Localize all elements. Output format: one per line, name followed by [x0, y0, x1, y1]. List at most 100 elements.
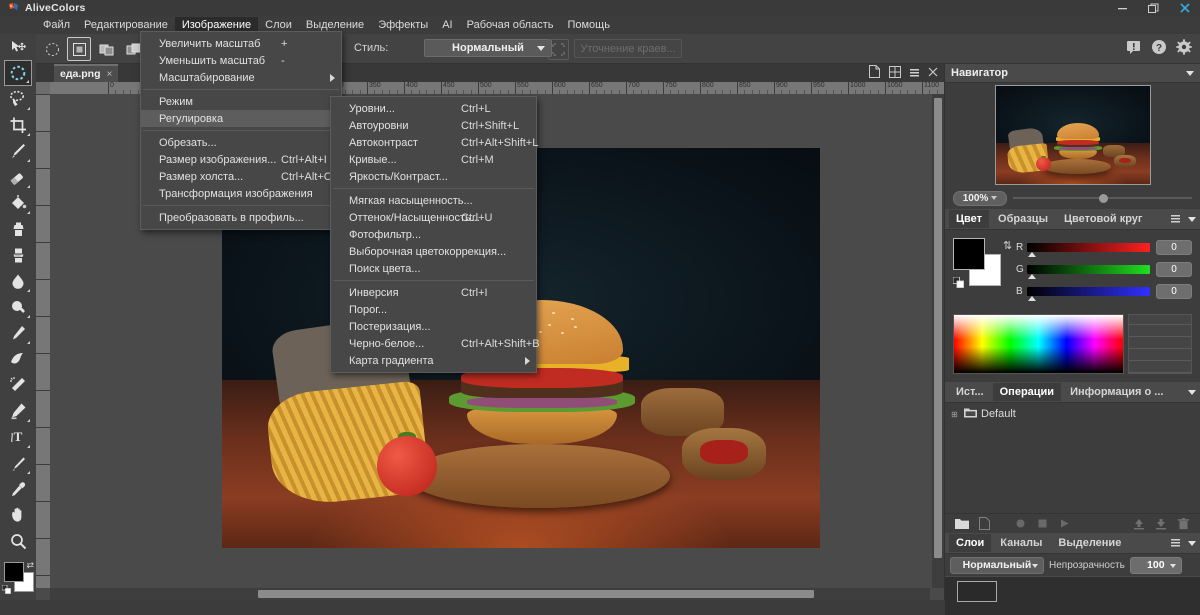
eyedropper-tool[interactable] — [4, 476, 32, 502]
style-select[interactable]: Нормальный — [424, 39, 552, 57]
channel-slider-g[interactable] — [1027, 264, 1150, 279]
chevron-down-icon[interactable] — [1188, 389, 1196, 395]
new-file-icon[interactable] — [975, 516, 993, 532]
image-menu-item-4[interactable]: Регулировка — [141, 110, 341, 127]
refine-edges-button[interactable]: Уточнение краев... — [574, 39, 682, 58]
paint-bucket-tool[interactable] — [4, 190, 32, 216]
adjust-menu-item-13[interactable]: Черно-белое... Ctrl+Alt+Shift+B — [331, 335, 540, 352]
adjust-menu-item-7[interactable]: Фотофильтр... — [331, 226, 536, 243]
canvas-vscrollbar[interactable] — [932, 94, 944, 588]
adjust-menu-item-5[interactable]: Мягкая насыщенность... — [331, 192, 536, 209]
tab-operations[interactable]: Операции — [992, 383, 1062, 401]
swap-colors-icon[interactable]: ⇄ — [26, 560, 34, 571]
opacity-select[interactable]: 100 — [1129, 556, 1182, 574]
chevron-down-icon[interactable] — [1188, 216, 1196, 222]
adjustment-submenu-dropdown[interactable]: Уровни... Ctrl+L Автоуровни Ctrl+Shift+L Авт… — [330, 96, 540, 373]
adjust-menu-item-2[interactable]: Автоконтраст Ctrl+Alt+Shift+L — [331, 134, 538, 151]
navigator-panel-header[interactable]: Навигатор — [945, 64, 1200, 83]
image-menu-item-1[interactable]: Уменьшить масштаб - — [141, 52, 341, 69]
channel-value-b[interactable]: 0 — [1156, 283, 1192, 299]
chevron-down-icon[interactable] — [1186, 70, 1194, 76]
image-menu-item-6[interactable]: Размер изображения... Ctrl+Alt+I — [141, 151, 341, 168]
gear-icon[interactable] — [1176, 39, 1192, 58]
image-menu-item-9[interactable]: Преобразовать в профиль... — [141, 209, 341, 226]
crop-tool[interactable] — [4, 112, 32, 138]
image-menu-item-5[interactable]: Обрезать... — [141, 134, 341, 151]
help-icon[interactable]: ? — [1151, 39, 1167, 58]
blur-tool[interactable] — [4, 268, 32, 294]
close-button[interactable] — [1169, 0, 1200, 16]
dodge-tool[interactable] — [4, 294, 32, 320]
minimize-button[interactable] — [1107, 0, 1138, 16]
refine-selection-icon[interactable] — [548, 39, 569, 60]
menu-help[interactable]: Помощь — [560, 17, 617, 34]
image-menu-dropdown[interactable]: Увеличить масштаб + Уменьшить масштаб - Масш… — [140, 31, 342, 230]
text-tool[interactable]: T — [4, 424, 32, 450]
adjust-menu-item-6[interactable]: Оттенок/Насыщенность... Ctrl+U — [331, 209, 536, 226]
channel-value-g[interactable]: 0 — [1156, 261, 1192, 277]
adjust-menu-item-12[interactable]: Постеризация... — [331, 318, 536, 335]
move-tool[interactable] — [4, 34, 32, 60]
zoom-tool[interactable] — [4, 528, 32, 554]
magic-wand-tool[interactable] — [4, 372, 32, 398]
swap-colors-icon[interactable]: ⇅ — [1003, 238, 1016, 252]
channel-slider-r-handle[interactable] — [1028, 251, 1036, 257]
play-icon[interactable] — [1055, 516, 1073, 532]
adjust-menu-item-4[interactable]: Яркость/Контраст... — [331, 168, 536, 185]
channel-slider-r[interactable] — [1027, 242, 1150, 257]
pen-tool[interactable] — [4, 450, 32, 476]
foreground-color-swatch[interactable] — [4, 562, 24, 582]
restore-button[interactable] — [1138, 0, 1169, 16]
layers-list[interactable] — [945, 576, 1200, 615]
history-brush-tool[interactable] — [4, 346, 32, 372]
image-menu-item-7[interactable]: Размер холста... Ctrl+Alt+C — [141, 168, 341, 185]
image-menu-item-8[interactable]: Трансформация изображения — [141, 185, 341, 202]
zoom-level-select[interactable]: 100% — [953, 190, 1007, 206]
adjust-menu-item-11[interactable]: Порог... — [331, 301, 536, 318]
folder-icon[interactable] — [953, 516, 971, 532]
adjust-menu-item-8[interactable]: Выборочная цветокоррекция... — [331, 243, 536, 260]
menu-file[interactable]: Файл — [36, 17, 77, 34]
selection-add-icon[interactable] — [94, 37, 118, 61]
canvas-hscrollbar[interactable] — [50, 588, 930, 600]
default-colors-icon[interactable] — [2, 585, 11, 594]
elliptical-marquee-tool[interactable] — [4, 60, 32, 86]
menu-workspace[interactable]: Рабочая область — [460, 17, 561, 34]
tab-selection[interactable]: Выделение — [1051, 534, 1128, 552]
color-spectrum[interactable] — [953, 314, 1124, 374]
chevron-down-icon[interactable] — [1188, 540, 1196, 546]
layer-row[interactable] — [945, 579, 1200, 603]
tab-info[interactable]: Информация о ... — [1063, 383, 1170, 401]
tab-color-wheel[interactable]: Цветовой круг — [1057, 210, 1150, 228]
adjust-menu-item-9[interactable]: Поиск цвета... — [331, 260, 536, 277]
tab-swatches[interactable]: Образцы — [991, 210, 1055, 228]
tab-channels[interactable]: Каналы — [993, 534, 1049, 552]
adjust-menu-item-3[interactable]: Кривые... Ctrl+M — [331, 151, 536, 168]
document-tab[interactable]: еда.png × — [54, 64, 119, 82]
stop-icon[interactable] — [1033, 516, 1051, 532]
list-item[interactable]: ⊞ Default — [951, 407, 1194, 421]
adjust-menu-item-10[interactable]: Инверсия Ctrl+I — [331, 284, 536, 301]
adjust-menu-item-14[interactable]: Карта градиента — [331, 352, 536, 369]
close-icon[interactable] — [928, 67, 938, 80]
image-menu-item-2[interactable]: Масштабирование — [141, 69, 341, 86]
layer-thumbnail[interactable] — [957, 580, 997, 602]
channel-value-r[interactable]: 0 — [1156, 239, 1192, 255]
blend-mode-select[interactable]: Нормальный — [950, 556, 1044, 574]
vertical-ruler[interactable] — [36, 94, 50, 588]
panel-menu-icon[interactable] — [1171, 538, 1180, 548]
grid-icon[interactable] — [889, 65, 901, 81]
trash-icon[interactable] — [1174, 516, 1192, 532]
up-icon[interactable] — [1130, 516, 1148, 532]
gradient-tool[interactable] — [4, 398, 32, 424]
default-colors-icon[interactable] — [953, 277, 964, 288]
down-icon[interactable] — [1152, 516, 1170, 532]
tab-layers[interactable]: Слои — [949, 534, 992, 552]
lasso-tool[interactable] — [4, 86, 32, 112]
panel-menu-icon[interactable] — [1171, 214, 1180, 224]
zoom-slider-knob[interactable] — [1098, 194, 1108, 203]
warning-icon[interactable] — [1126, 39, 1142, 58]
brush-tool[interactable] — [4, 138, 32, 164]
tab-history[interactable]: Ист... — [949, 383, 991, 401]
selection-new-icon[interactable] — [67, 37, 91, 61]
